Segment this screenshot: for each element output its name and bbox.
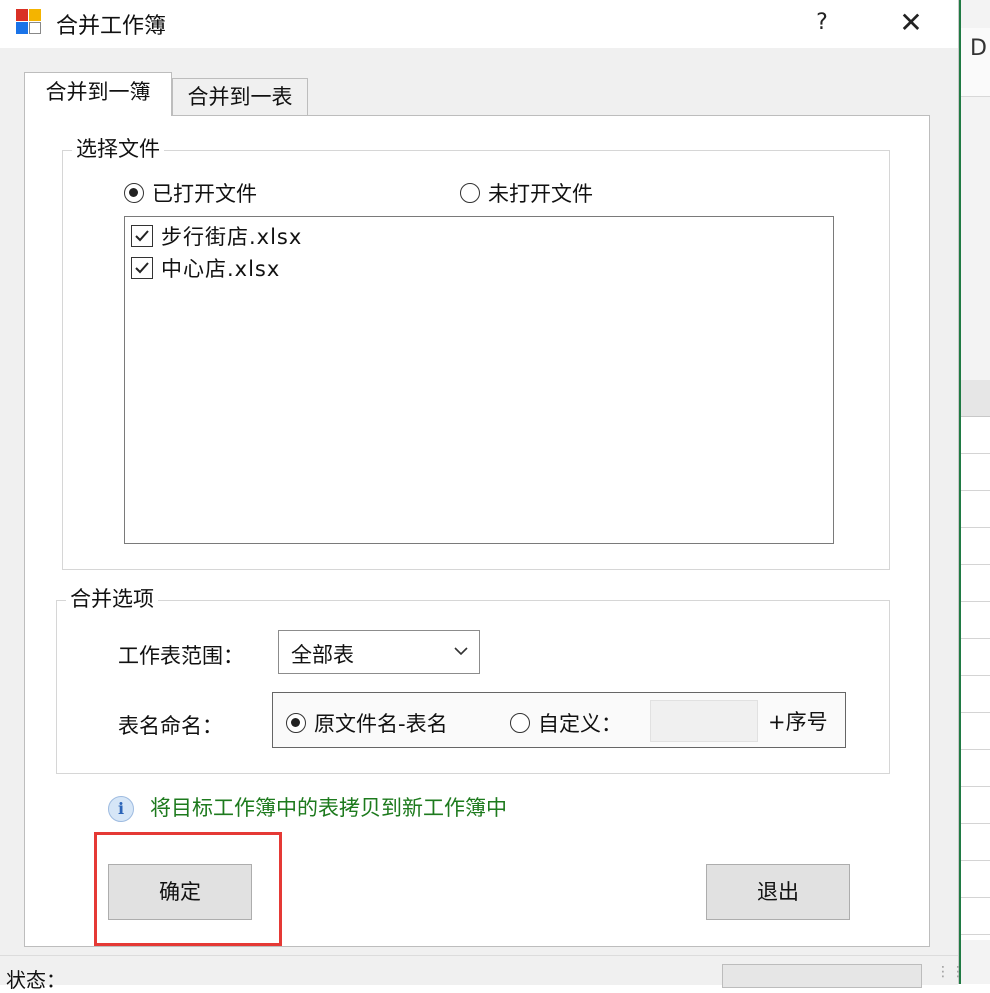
chevron-down-icon xyxy=(454,647,468,656)
sheet-range-value: 全部表 xyxy=(291,643,354,667)
info-message: 将目标工作簿中的表拷贝到新工作簿中 xyxy=(150,796,507,820)
background-grid xyxy=(961,380,990,940)
background-grid-header xyxy=(961,380,990,417)
window-title: 合并工作簿 xyxy=(56,14,167,39)
status-progress-bar xyxy=(722,964,922,988)
file-name: 中心店.xlsx xyxy=(161,257,281,281)
radio-opened-label: 已打开文件 xyxy=(152,182,257,206)
tab-merge-to-sheet[interactable]: 合并到一表 xyxy=(172,78,308,116)
radio-custom-indicator xyxy=(510,713,530,733)
select-files-legend: 选择文件 xyxy=(72,136,164,162)
merge-workbook-dialog: 合并工作簿 ? ✕ 合并到一簿 合并到一表 选择文件 已打开文件 未打开文件 步… xyxy=(0,0,965,992)
radio-opened-files[interactable]: 已打开文件 xyxy=(124,178,257,208)
list-item[interactable]: 步行街店.xlsx xyxy=(131,221,302,251)
radio-custom-name[interactable]: 自定义： xyxy=(510,708,622,738)
radio-unopened-indicator xyxy=(460,183,480,203)
title-bar[interactable]: 合并工作簿 ? ✕ xyxy=(0,0,958,48)
sheet-naming-label: 表名命名： xyxy=(118,714,223,738)
radio-original-label: 原文件名-表名 xyxy=(314,712,448,736)
merge-options-legend: 合并选项 xyxy=(66,586,158,612)
radio-original-indicator xyxy=(286,713,306,733)
checkbox-checked-icon[interactable] xyxy=(131,257,153,279)
status-bar: 状态： xyxy=(0,955,958,992)
tab-merge-to-workbook[interactable]: 合并到一簿 xyxy=(24,72,172,116)
highlight-annotation-box xyxy=(94,832,282,946)
app-icon xyxy=(16,9,42,35)
resize-grip-icon[interactable]: ⋮⋮ xyxy=(936,964,966,980)
radio-custom-label: 自定义： xyxy=(538,712,622,736)
info-icon: i xyxy=(108,796,134,822)
status-label: 状态： xyxy=(6,968,66,992)
exit-button[interactable]: 退出 xyxy=(706,864,850,920)
close-button[interactable]: ✕ xyxy=(888,4,934,42)
checkbox-checked-icon[interactable] xyxy=(131,225,153,247)
file-name: 步行街店.xlsx xyxy=(161,225,303,249)
radio-original-name[interactable]: 原文件名-表名 xyxy=(286,708,448,738)
help-button[interactable]: ? xyxy=(804,4,840,42)
sequence-suffix-label: +序号 xyxy=(768,710,828,734)
custom-name-input[interactable] xyxy=(650,700,758,742)
background-ribbon-text: D xyxy=(970,36,987,61)
list-item[interactable]: 中心店.xlsx xyxy=(131,253,280,283)
radio-opened-indicator xyxy=(124,183,144,203)
background-spreadsheet-app: D xyxy=(958,0,990,984)
radio-unopened-label: 未打开文件 xyxy=(488,182,593,206)
sheet-range-select[interactable]: 全部表 xyxy=(278,630,480,674)
file-list[interactable]: 步行街店.xlsx 中心店.xlsx xyxy=(124,216,834,544)
sheet-range-label: 工作表范围： xyxy=(118,644,244,668)
radio-unopened-files[interactable]: 未打开文件 xyxy=(460,178,593,208)
